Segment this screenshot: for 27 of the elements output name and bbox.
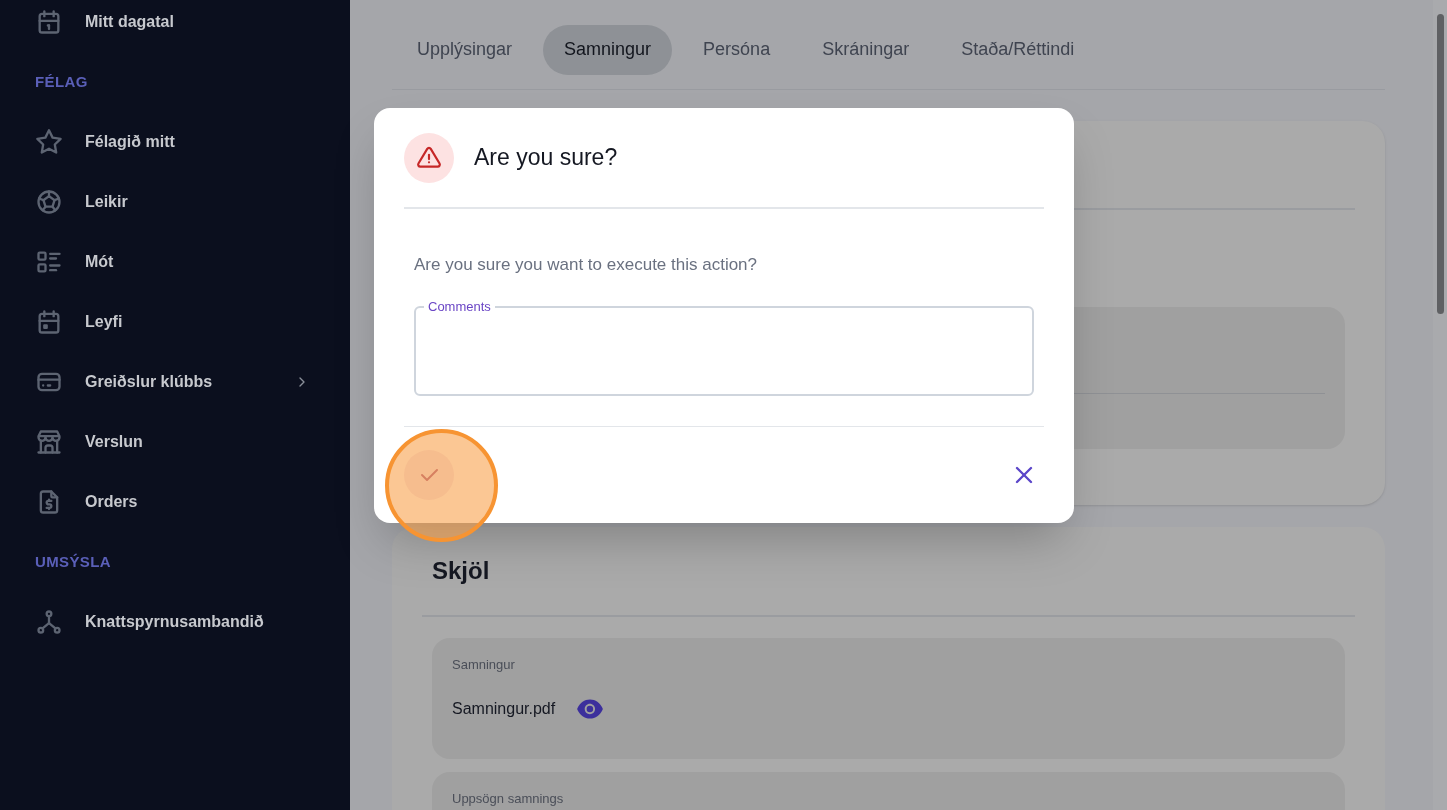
ball-icon <box>35 188 63 216</box>
sidebar-item[interactable]: Leikir <box>20 172 330 232</box>
sidebar-item[interactable]: Orders <box>20 472 330 532</box>
sidebar-item[interactable]: Knattspyrnusambandið <box>20 592 330 652</box>
file-link[interactable]: Samningur.pdf <box>452 697 556 721</box>
sidebar-item[interactable]: Mót <box>20 232 330 292</box>
store-icon <box>35 428 63 456</box>
section-heading: FÉLAG <box>35 71 88 92</box>
sidebar-item[interactable]: Verslun <box>20 412 330 472</box>
sidebar-item[interactable]: Leyfi <box>20 292 330 352</box>
hierarchy-icon <box>35 608 63 636</box>
tab[interactable]: Upplýsingar <box>396 24 534 75</box>
section-title: Skjöl <box>432 556 490 586</box>
field-label: Samningur <box>452 657 516 672</box>
tab[interactable]: Staða/Réttindi <box>940 24 1096 75</box>
section-heading: UMSÝSLA <box>35 551 111 572</box>
tab[interactable]: Samningur <box>543 24 673 75</box>
star-icon <box>35 128 63 156</box>
tab[interactable]: Skráningar <box>801 24 931 75</box>
warning-icon <box>404 132 454 183</box>
sidebar-item[interactable]: Greiðslur klúbbs <box>20 352 330 412</box>
dialog-message: Are you sure you want to execute this action? <box>414 254 759 276</box>
sidebar-item[interactable]: Félagið mitt <box>20 112 330 172</box>
sidebar-item[interactable]: Mitt dagatal <box>20 0 330 52</box>
dialog-title: Are you sure? <box>474 143 618 173</box>
tab[interactable]: Persóna <box>682 24 792 75</box>
field-label: Uppsögn samnings <box>452 791 565 806</box>
